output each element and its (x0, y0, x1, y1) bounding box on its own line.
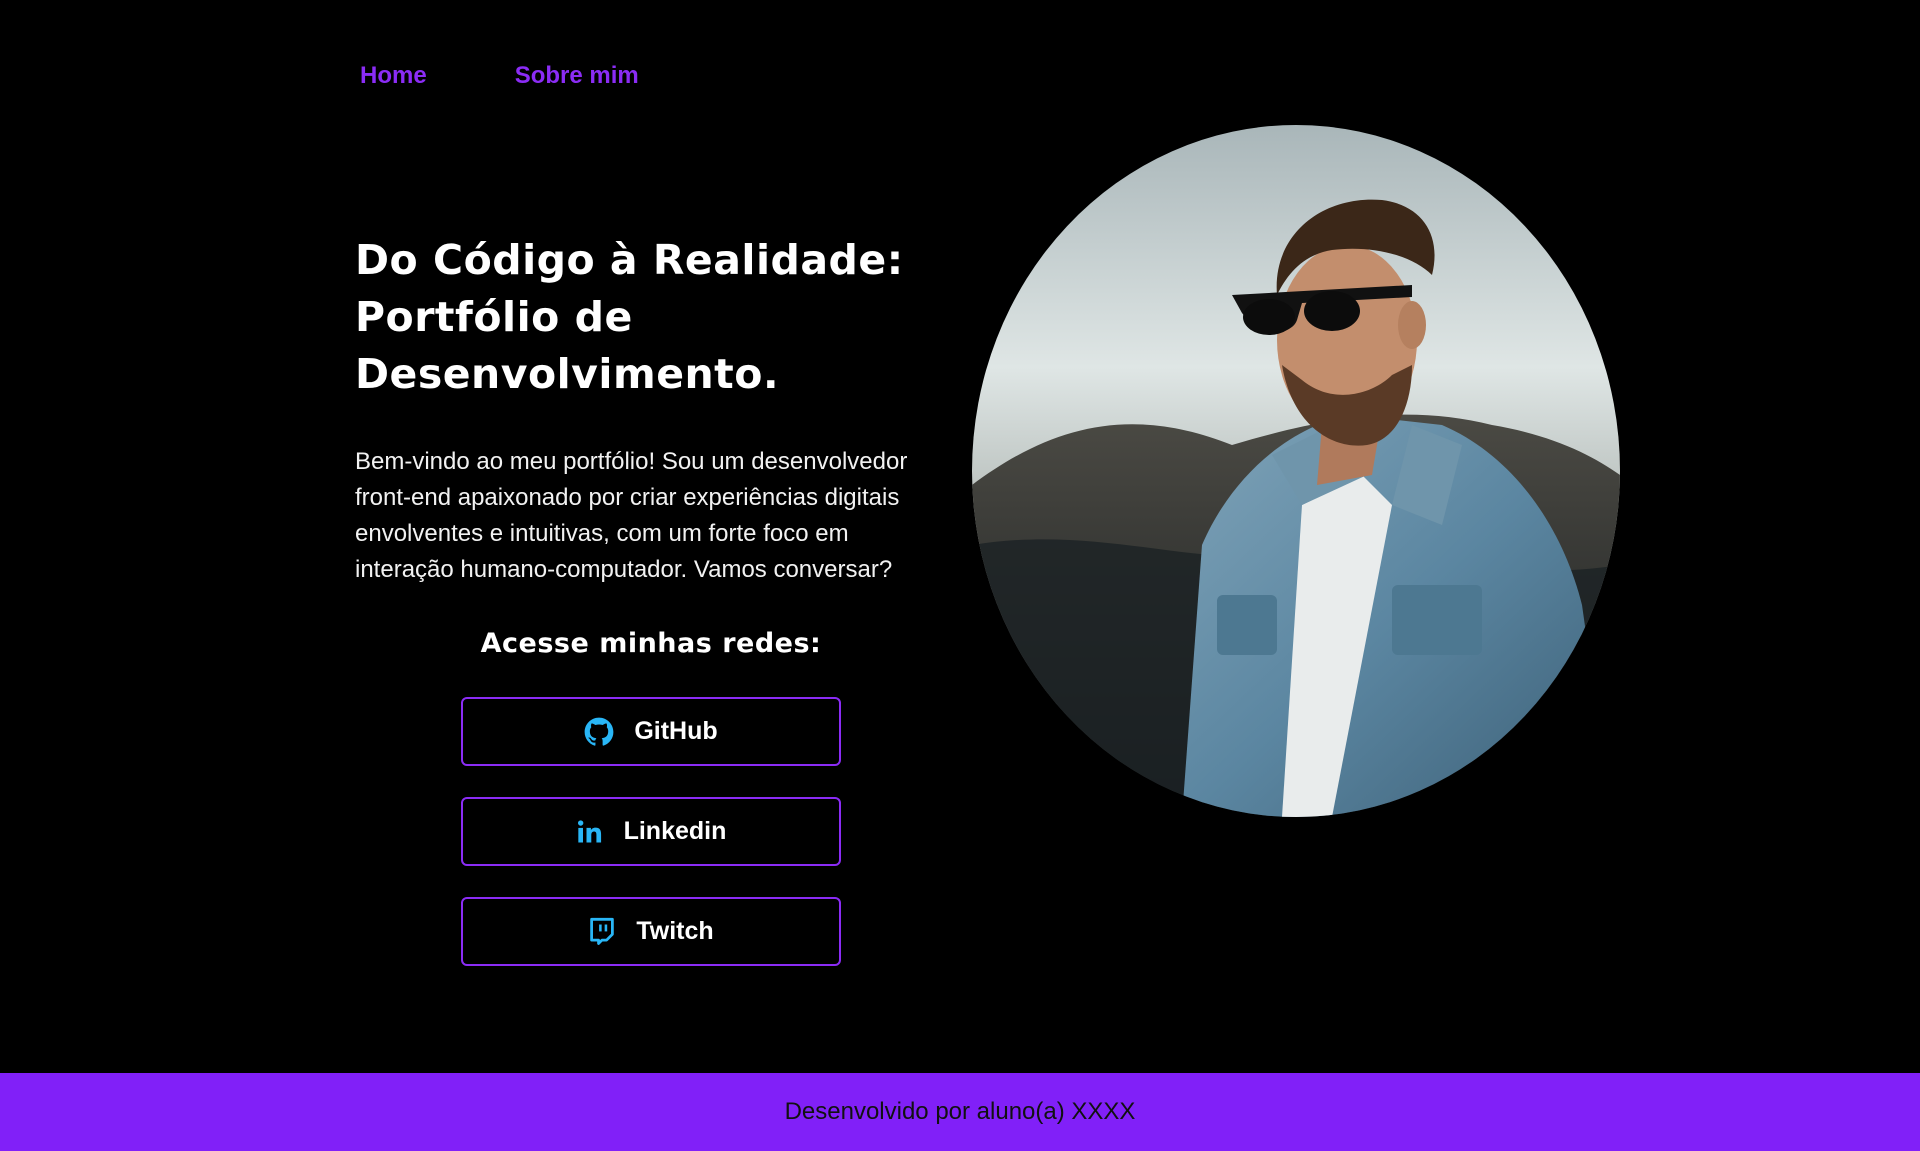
footer: Desenvolvido por aluno(a) XXXX (0, 1073, 1920, 1151)
nav-home-link[interactable]: Home (360, 62, 427, 90)
github-button[interactable]: GitHub (461, 697, 841, 766)
github-icon (584, 717, 614, 747)
github-button-label: GitHub (634, 717, 718, 745)
twitch-button-label: Twitch (636, 917, 714, 945)
social-heading: Acesse minhas redes: (480, 628, 822, 659)
linkedin-icon (576, 818, 604, 846)
page: Home Sobre mim Do Código à Realidade: Po… (0, 0, 1920, 1151)
profile-photo (972, 125, 1620, 817)
footer-text: Desenvolvido por aluno(a) XXXX (784, 1098, 1136, 1125)
twitch-button[interactable]: Twitch (461, 897, 841, 966)
linkedin-button[interactable]: Linkedin (461, 797, 841, 866)
hero-description: Bem-vindo ao meu portfólio! Sou um desen… (355, 448, 908, 583)
twitch-icon (588, 917, 616, 947)
hero-title-line-3: Desenvolvimento. (355, 350, 780, 398)
linkedin-button-label: Linkedin (623, 817, 727, 845)
hero-title: Do Código à Realidade: Portfólio de Dese… (355, 232, 935, 403)
nav-about-link[interactable]: Sobre mim (515, 62, 639, 90)
top-nav: Home Sobre mim (360, 62, 639, 90)
hero-title-line-2: Portfólio de (355, 293, 633, 341)
hero-title-line-1: Do Código à Realidade: (355, 236, 904, 284)
